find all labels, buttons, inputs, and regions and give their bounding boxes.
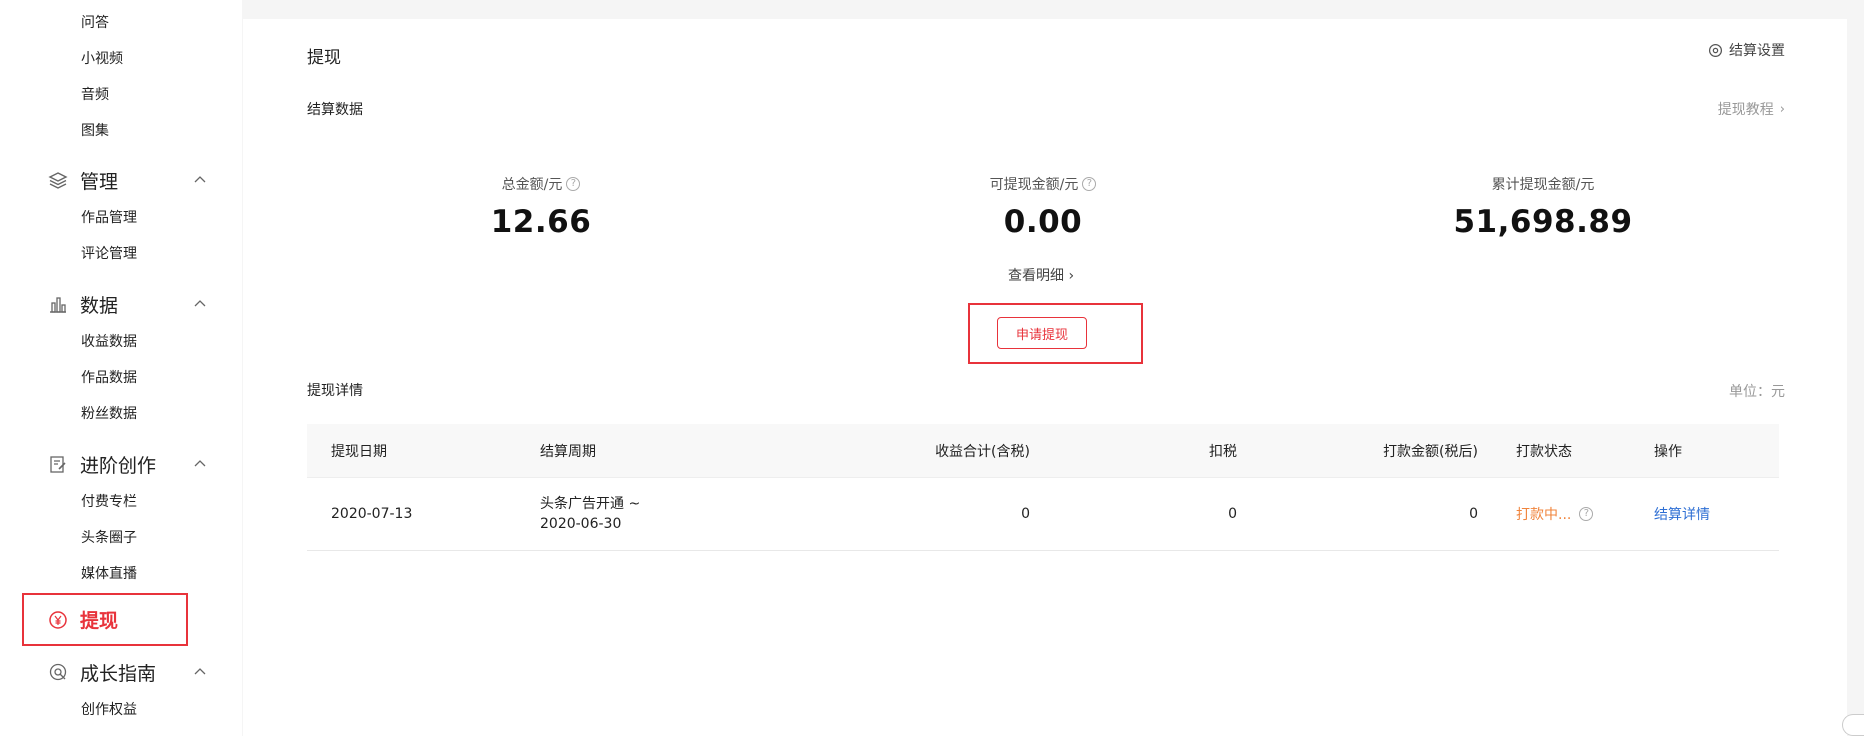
sidebar-item-withdraw[interactable]: 提现 (22, 593, 188, 646)
cell-income: 0 (1021, 506, 1030, 522)
help-icon[interactable]: ? (566, 177, 581, 191)
growth-icon (48, 662, 68, 682)
sidebar-group-manage[interactable]: 管理 (48, 166, 208, 194)
help-icon[interactable]: ? (1579, 507, 1594, 521)
chevron-up-icon[interactable] (192, 664, 208, 680)
cell-tax: 0 (1228, 506, 1237, 522)
cell-status: 打款中... ? (1478, 504, 1654, 524)
apply-withdraw-button[interactable]: 申请提现 (997, 317, 1087, 349)
edit-doc-icon (48, 454, 68, 474)
detail-label: 查看明细 (1008, 268, 1064, 284)
column-header: 提现日期 (331, 443, 387, 460)
settlement-settings-link[interactable]: 结算设置 (1708, 40, 1785, 60)
sidebar-item-income-data[interactable]: 收益数据 (81, 332, 137, 352)
status-badge: 打款中... ? (1516, 504, 1594, 524)
sidebar-group-data[interactable]: 数据 (48, 290, 208, 318)
table-row: 2020-07-13 头条广告开通 ~ 2020-06-30 0 0 0 打款中… (307, 478, 1779, 551)
floating-widget[interactable] (1842, 714, 1864, 736)
sidebar-item-audio[interactable]: 音频 (81, 85, 109, 105)
sidebar-item-fans-data[interactable]: 粉丝数据 (81, 404, 137, 424)
chevron-up-icon[interactable] (192, 172, 208, 188)
column-header: 收益合计(含税) (935, 443, 1030, 460)
column-header: 打款金额(税后) (1383, 443, 1478, 460)
sidebar-item-circle[interactable]: 头条圈子 (81, 528, 137, 548)
unit-label: 单位：元 (1729, 384, 1785, 400)
stat-label: 累计提现金额/元 (1491, 177, 1595, 193)
cell-period: 头条广告开通 ~ 2020-06-30 (540, 494, 800, 534)
sidebar-item-works-manage[interactable]: 作品管理 (81, 208, 137, 228)
bar-chart-icon (48, 294, 68, 314)
section-title-settlement: 结算数据 (307, 102, 363, 118)
cell-action: 结算详情 (1654, 504, 1779, 524)
chevron-right-icon: › (1779, 101, 1785, 117)
table-header: 提现日期 结算周期 收益合计(含税) 扣税 打款金额(税后) 打款状态 操作 (307, 424, 1779, 478)
status-text: 打款中... (1516, 507, 1572, 523)
sidebar-item-qa[interactable]: 问答 (81, 13, 109, 33)
withdraw-table: 提现日期 结算周期 收益合计(含税) 扣税 打款金额(税后) 打款状态 操作 2… (307, 424, 1779, 551)
sidebar: 问答 小视频 音频 图集 管理 作品管理 评论管理 数据 收益数据 作品数据 粉… (0, 0, 242, 736)
sidebar-item-label: 提现 (80, 610, 119, 632)
section-title-withdraw-detail: 提现详情 (307, 383, 363, 399)
column-header: 操作 (1654, 443, 1682, 460)
stat-value: 0.00 (1003, 204, 1083, 240)
stat-total-amount: 总金额/元? 12.66 (391, 174, 691, 240)
page-title: 提现 (307, 48, 341, 68)
cell-date: 2020-07-13 (331, 506, 413, 522)
sidebar-item-works-data[interactable]: 作品数据 (81, 368, 137, 388)
withdraw-tutorial-link[interactable]: 提现教程 › (1718, 99, 1785, 119)
tutorial-label: 提现教程 (1717, 102, 1774, 118)
sidebar-group-label: 管理 (80, 170, 119, 193)
gear-icon (1708, 43, 1723, 57)
column-header: 扣税 (1209, 443, 1237, 460)
sidebar-group-label: 进阶创作 (80, 454, 157, 477)
sidebar-item-comments-manage[interactable]: 评论管理 (81, 244, 137, 264)
sidebar-item-paid-column[interactable]: 付费专栏 (81, 492, 137, 512)
sidebar-item-creator-rights[interactable]: 创作权益 (81, 700, 137, 720)
stat-label: 可提现金额/元 (989, 177, 1079, 193)
main-panel: 提现 结算设置 结算数据 提现教程 › 总金额/元? 12.66 可提现金额/元… (243, 19, 1847, 736)
stat-value: 12.66 (490, 204, 592, 240)
help-icon[interactable]: ? (1082, 177, 1097, 191)
chevron-up-icon[interactable] (192, 456, 208, 472)
cell-paid: 0 (1469, 506, 1478, 522)
view-details-link[interactable]: 查看明细 › (1008, 265, 1074, 285)
yen-circle-icon (48, 610, 68, 630)
sidebar-group-label: 数据 (80, 294, 119, 317)
stat-label: 总金额/元 (501, 177, 563, 193)
sidebar-group-label: 成长指南 (80, 662, 157, 685)
column-header: 结算周期 (540, 443, 596, 460)
stat-withdrawable-amount: 可提现金额/元? 0.00 (893, 174, 1193, 240)
stat-cumulative-withdrawn: 累计提现金额/元 51,698.89 (1393, 174, 1693, 240)
column-header: 打款状态 (1516, 443, 1572, 460)
sidebar-group-advanced[interactable]: 进阶创作 (48, 450, 208, 478)
sidebar-item-live[interactable]: 媒体直播 (81, 564, 137, 584)
layers-icon (48, 170, 68, 190)
sidebar-item-short-video[interactable]: 小视频 (81, 49, 123, 69)
period-start: 头条广告开通 ~ (540, 496, 641, 512)
period-end: 2020-06-30 (540, 516, 622, 532)
stat-value: 51,698.89 (1453, 204, 1633, 240)
chevron-right-icon: › (1068, 268, 1075, 284)
sidebar-item-gallery[interactable]: 图集 (81, 121, 109, 141)
sidebar-group-growth[interactable]: 成长指南 (48, 658, 208, 686)
chevron-up-icon[interactable] (192, 296, 208, 312)
settlement-detail-link[interactable]: 结算详情 (1654, 507, 1710, 523)
settings-label: 结算设置 (1729, 43, 1785, 59)
